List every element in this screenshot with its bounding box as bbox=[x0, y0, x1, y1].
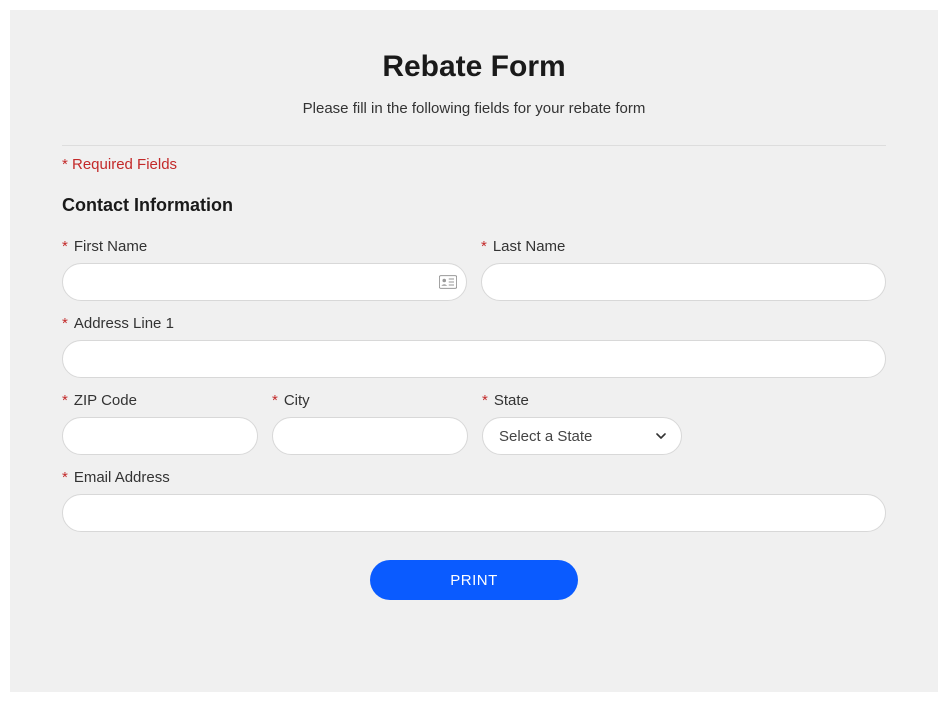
last-name-label: * Last Name bbox=[481, 238, 886, 255]
label-text: First Name bbox=[74, 238, 147, 255]
button-row: PRINT bbox=[62, 560, 886, 600]
required-asterisk: * bbox=[481, 238, 487, 255]
last-name-field: * Last Name bbox=[481, 238, 886, 301]
form-grid: * First Name * bbox=[62, 238, 886, 532]
state-label: * State bbox=[482, 392, 682, 409]
label-text: ZIP Code bbox=[74, 392, 137, 409]
email-field: * Email Address bbox=[62, 469, 886, 532]
state-field: * State Select a State bbox=[482, 392, 682, 455]
first-name-input[interactable] bbox=[62, 263, 467, 301]
email-label: * Email Address bbox=[62, 469, 886, 486]
email-input[interactable] bbox=[62, 494, 886, 532]
page-subtitle: Please fill in the following fields for … bbox=[62, 100, 886, 117]
zip-field: * ZIP Code bbox=[62, 392, 258, 455]
required-asterisk: * bbox=[482, 392, 488, 409]
city-field: * City bbox=[272, 392, 468, 455]
divider bbox=[62, 145, 886, 146]
required-asterisk: * bbox=[62, 315, 68, 332]
zip-label: * ZIP Code bbox=[62, 392, 258, 409]
city-label: * City bbox=[272, 392, 468, 409]
print-button[interactable]: PRINT bbox=[370, 560, 578, 600]
required-asterisk: * bbox=[62, 392, 68, 409]
label-text: City bbox=[284, 392, 310, 409]
address1-input[interactable] bbox=[62, 340, 886, 378]
page-title: Rebate Form bbox=[62, 50, 886, 84]
required-fields-note: * Required Fields bbox=[62, 156, 886, 173]
first-name-field: * First Name bbox=[62, 238, 467, 301]
label-text: Address Line 1 bbox=[74, 315, 174, 332]
label-text: State bbox=[494, 392, 529, 409]
state-select[interactable]: Select a State bbox=[482, 417, 682, 455]
last-name-input[interactable] bbox=[481, 263, 886, 301]
section-heading: Contact Information bbox=[62, 195, 886, 216]
required-asterisk: * bbox=[272, 392, 278, 409]
label-text: Email Address bbox=[74, 469, 170, 486]
form-container: Rebate Form Please fill in the following… bbox=[10, 10, 938, 692]
zip-input[interactable] bbox=[62, 417, 258, 455]
first-name-label: * First Name bbox=[62, 238, 467, 255]
required-asterisk: * bbox=[62, 238, 68, 255]
label-text: Last Name bbox=[493, 238, 566, 255]
required-asterisk: * bbox=[62, 469, 68, 486]
address1-field: * Address Line 1 bbox=[62, 315, 886, 378]
city-input[interactable] bbox=[272, 417, 468, 455]
address1-label: * Address Line 1 bbox=[62, 315, 886, 332]
